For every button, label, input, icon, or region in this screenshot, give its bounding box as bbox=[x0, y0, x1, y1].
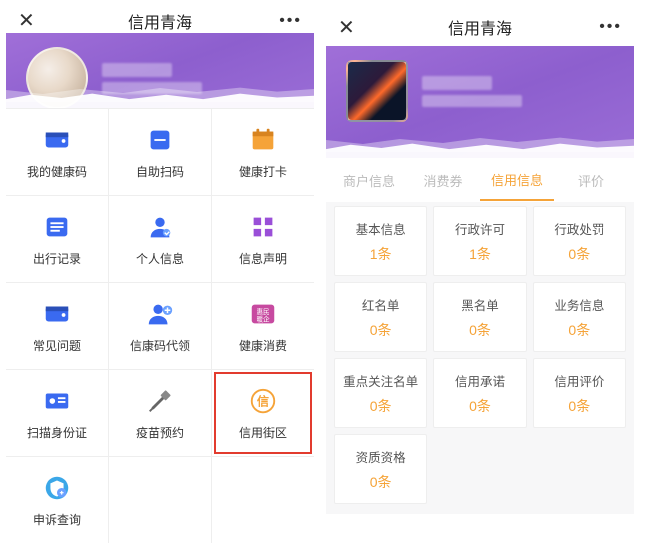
code-proxy-icon bbox=[145, 299, 175, 329]
card-title: 信用承诺 bbox=[455, 371, 505, 390]
grid-label: 扫描身份证 bbox=[27, 424, 87, 441]
self-scan-icon bbox=[145, 125, 175, 155]
card-basic[interactable]: 基本信息 1条 bbox=[334, 206, 427, 276]
card-permit[interactable]: 行政许可 1条 bbox=[433, 206, 526, 276]
card-value: 0条 bbox=[370, 396, 392, 416]
grid-label: 信用街区 bbox=[239, 424, 287, 441]
left-screen: ✕ 信用青海 ••• 我的健康码 自助扫码 健康打卡 出行记录 个人信息 bbox=[6, 8, 314, 543]
credit-cards-grid: 基本信息 1条行政许可 1条行政处罚 0条红名单 0条黑名单 0条业务信息 0条… bbox=[326, 202, 634, 514]
grid-appeal-query[interactable]: 申诉查询 bbox=[6, 457, 108, 543]
topbar: ✕ 信用青海 ••• bbox=[326, 8, 634, 46]
page-title: 信用青海 bbox=[362, 15, 598, 39]
appeal-query-icon bbox=[42, 473, 72, 503]
right-screen: ✕ 信用青海 ••• 商户信息消费券信用信息评价 基本信息 1条行政许可 1条行… bbox=[326, 8, 634, 543]
grid-travel-record[interactable]: 出行记录 bbox=[6, 196, 108, 282]
grid-personal-info[interactable]: 个人信息 bbox=[109, 196, 211, 282]
card-value: 0条 bbox=[469, 320, 491, 340]
grid-credit-street[interactable]: 信 信用街区 bbox=[212, 370, 314, 456]
card-blacklist[interactable]: 黑名单 0条 bbox=[433, 282, 526, 352]
grid-label: 信康码代领 bbox=[130, 337, 190, 354]
tab-credit[interactable]: 信用信息 bbox=[480, 160, 554, 201]
grid-health-consume[interactable]: 惠民暖企 健康消费 bbox=[212, 283, 314, 369]
health-consume-icon: 惠民暖企 bbox=[248, 299, 278, 329]
grid-faq[interactable]: 常见问题 bbox=[6, 283, 108, 369]
grid-label: 信息声明 bbox=[239, 250, 287, 267]
card-title: 行政处罚 bbox=[554, 219, 604, 238]
topbar: ✕ 信用青海 ••• bbox=[6, 8, 314, 33]
close-icon[interactable]: ✕ bbox=[18, 8, 42, 33]
card-redlist[interactable]: 红名单 0条 bbox=[334, 282, 427, 352]
more-icon[interactable]: ••• bbox=[278, 12, 302, 30]
card-focus[interactable]: 重点关注名单 0条 bbox=[334, 358, 427, 428]
card-qualify[interactable]: 资质资格 0条 bbox=[334, 434, 427, 504]
faq-icon bbox=[42, 299, 72, 329]
card-value: 0条 bbox=[568, 244, 590, 264]
tab-review[interactable]: 评价 bbox=[554, 161, 628, 200]
svg-text:信: 信 bbox=[257, 393, 269, 408]
more-icon[interactable]: ••• bbox=[598, 18, 622, 36]
card-value: 1条 bbox=[370, 244, 392, 264]
card-value: 1条 bbox=[469, 244, 491, 264]
grid-label: 健康打卡 bbox=[239, 163, 287, 180]
tab-merchant[interactable]: 商户信息 bbox=[332, 161, 406, 200]
card-value: 0条 bbox=[469, 396, 491, 416]
grid-label: 常见问题 bbox=[33, 337, 81, 354]
grid-label: 申诉查询 bbox=[33, 511, 81, 528]
username-blurred bbox=[422, 71, 522, 112]
card-title: 红名单 bbox=[362, 295, 400, 314]
profile-hero bbox=[326, 46, 634, 158]
card-eval[interactable]: 信用评价 0条 bbox=[533, 358, 626, 428]
personal-info-icon bbox=[145, 212, 175, 242]
vaccine-book-icon bbox=[145, 386, 175, 416]
card-value: 0条 bbox=[370, 472, 392, 492]
info-statement-icon bbox=[248, 212, 278, 242]
card-title: 重点关注名单 bbox=[343, 371, 418, 390]
grid-label: 个人信息 bbox=[136, 250, 184, 267]
grid-label: 健康消费 bbox=[239, 337, 287, 354]
tab-coupon[interactable]: 消费券 bbox=[406, 161, 480, 200]
health-checkin-icon bbox=[248, 125, 278, 155]
page-title: 信用青海 bbox=[42, 9, 278, 33]
card-title: 信用评价 bbox=[554, 371, 604, 390]
card-value: 0条 bbox=[370, 320, 392, 340]
close-icon[interactable]: ✕ bbox=[338, 15, 362, 40]
card-title: 业务信息 bbox=[554, 295, 604, 314]
grid-info-statement[interactable]: 信息声明 bbox=[212, 196, 314, 282]
grid-code-proxy[interactable]: 信康码代领 bbox=[109, 283, 211, 369]
profile-hero bbox=[6, 33, 314, 108]
card-title: 基本信息 bbox=[356, 219, 406, 238]
scan-id-icon bbox=[42, 386, 72, 416]
grid-health-code[interactable]: 我的健康码 bbox=[6, 109, 108, 195]
tab-bar: 商户信息消费券信用信息评价 bbox=[326, 158, 634, 202]
health-code-icon bbox=[42, 125, 72, 155]
grid-label: 出行记录 bbox=[33, 250, 81, 267]
card-penalty[interactable]: 行政处罚 0条 bbox=[533, 206, 626, 276]
grid-label: 我的健康码 bbox=[27, 163, 87, 180]
card-title: 行政许可 bbox=[455, 219, 505, 238]
card-promise[interactable]: 信用承诺 0条 bbox=[433, 358, 526, 428]
card-value: 0条 bbox=[568, 320, 590, 340]
grid-self-scan[interactable]: 自助扫码 bbox=[109, 109, 211, 195]
card-biz[interactable]: 业务信息 0条 bbox=[533, 282, 626, 352]
grid-health-checkin[interactable]: 健康打卡 bbox=[212, 109, 314, 195]
credit-street-icon: 信 bbox=[248, 386, 278, 416]
card-title: 资质资格 bbox=[356, 447, 406, 466]
grid-label: 疫苗预约 bbox=[136, 424, 184, 441]
grid-label: 自助扫码 bbox=[136, 163, 184, 180]
travel-record-icon bbox=[42, 212, 72, 242]
avatar[interactable] bbox=[346, 60, 408, 122]
grid-vaccine-book[interactable]: 疫苗预约 bbox=[109, 370, 211, 456]
feature-grid: 我的健康码 自助扫码 健康打卡 出行记录 个人信息 信息声明 常见问题 信康码代… bbox=[6, 108, 314, 543]
svg-text:暖企: 暖企 bbox=[256, 314, 270, 323]
card-title: 黑名单 bbox=[461, 295, 499, 314]
card-value: 0条 bbox=[568, 396, 590, 416]
svg-text:惠民: 惠民 bbox=[256, 307, 270, 316]
grid-scan-id[interactable]: 扫描身份证 bbox=[6, 370, 108, 456]
